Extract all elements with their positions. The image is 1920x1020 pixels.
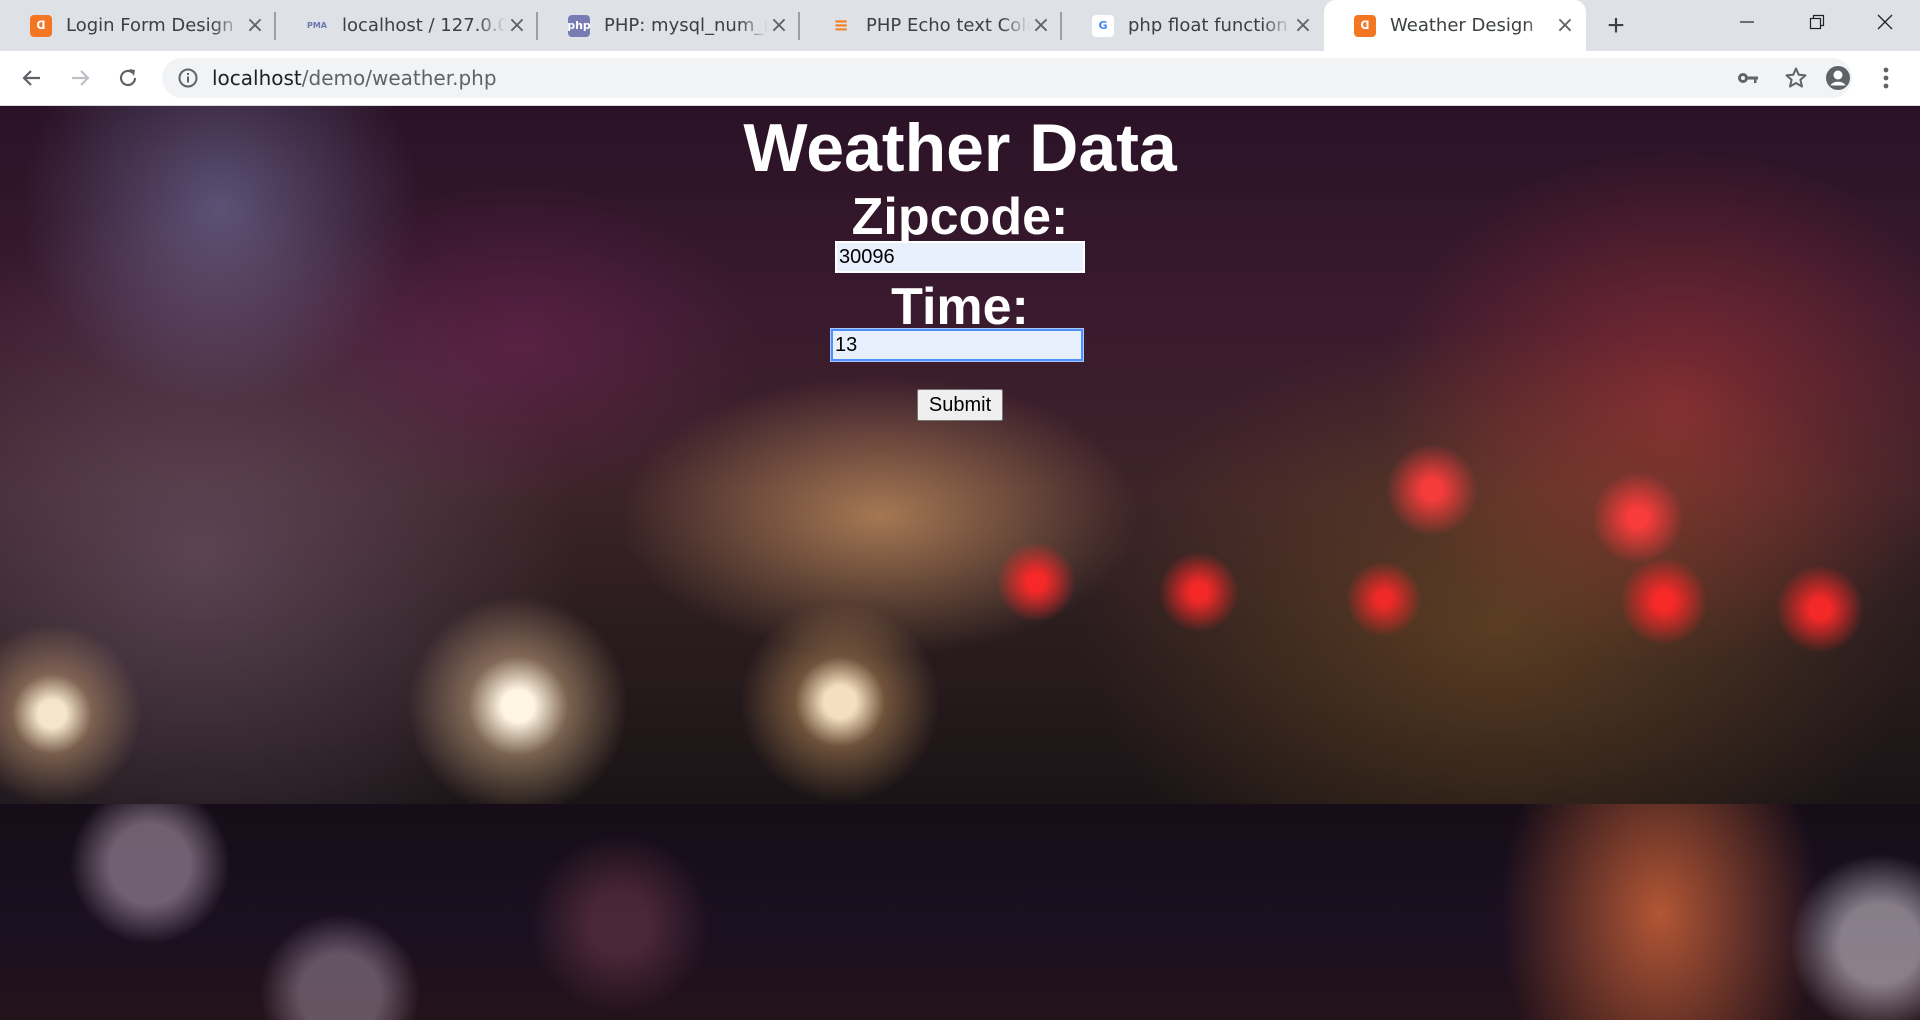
more-vert-icon: [1883, 67, 1889, 89]
arrow-left-icon: [22, 70, 40, 86]
forward-button[interactable]: [62, 60, 98, 96]
browser-toolbar: localhost/demo/weather.php: [0, 51, 1920, 106]
key-icon[interactable]: [1728, 58, 1768, 98]
close-icon: [1877, 14, 1893, 30]
tab-title: Login Form Design: [66, 15, 234, 36]
bookmark-star-icon[interactable]: [1776, 58, 1816, 98]
close-tab-icon[interactable]: ×: [244, 13, 266, 38]
tab-strip: ᗡ Login Form Design × PMA localhost / 127.0.…: [0, 0, 1920, 51]
tab-4[interactable]: Gphp float function - Go×: [1062, 0, 1324, 51]
url-host: localhost: [212, 66, 302, 90]
tab-title: Weather Design: [1390, 15, 1534, 36]
tab-title: php float function - Go: [1128, 15, 1292, 36]
account-icon: [1826, 66, 1850, 90]
close-tab-icon[interactable]: ×: [1554, 13, 1576, 38]
xampp-icon: ᗡ: [1354, 14, 1376, 37]
google-icon: G: [1092, 14, 1114, 37]
tab-list: ᗡ Login Form Design × PMA localhost / 127.0.…: [0, 0, 1586, 51]
new-tab-button[interactable]: +: [1586, 0, 1646, 51]
url-path: /demo/weather.php: [301, 66, 497, 90]
arrow-right-icon: [72, 70, 90, 86]
page-viewport: Weather Data Zipcode: Time: Submit: [0, 106, 1920, 1020]
submit-button[interactable]: Submit: [917, 389, 1003, 421]
xampp-icon: ᗡ: [30, 14, 52, 37]
tab-title: PHP Echo text Color - S: [866, 15, 1030, 36]
minimize-button[interactable]: [1712, 0, 1782, 44]
php-icon: php: [567, 14, 591, 37]
tab-1[interactable]: PMA localhost / 127.0.0.1 / ×: [276, 0, 538, 51]
tab-title: PHP: mysql_num_rows: [604, 15, 768, 36]
minimize-icon: [1740, 21, 1754, 23]
menu-button[interactable]: [1868, 60, 1904, 96]
profile-button[interactable]: [1820, 60, 1856, 96]
close-tab-icon[interactable]: ×: [506, 13, 528, 38]
reload-icon: [119, 69, 137, 87]
address-bar[interactable]: localhost/demo/weather.php: [162, 58, 1852, 98]
close-tab-icon[interactable]: ×: [1030, 13, 1052, 38]
tab-title: localhost / 127.0.0.1 /: [342, 15, 506, 36]
close-tab-icon[interactable]: ×: [1292, 13, 1314, 38]
reload-button[interactable]: [110, 60, 146, 96]
stackoverflow-icon: ≡: [833, 15, 849, 36]
tab-5[interactable]: ᗡ Weather Design ×: [1324, 0, 1586, 51]
info-icon[interactable]: [168, 58, 208, 98]
page-title: Weather Data: [743, 110, 1177, 186]
plus-icon: +: [1607, 8, 1625, 42]
zipcode-label: Zipcode:: [851, 188, 1069, 246]
tab-0[interactable]: ᗡ Login Form Design ×: [0, 0, 276, 51]
zipcode-input[interactable]: [835, 241, 1085, 273]
back-button[interactable]: [14, 60, 50, 96]
restore-icon: [1809, 14, 1825, 30]
phpmyadmin-icon: PMA: [306, 21, 327, 30]
close-tab-icon[interactable]: ×: [768, 13, 790, 38]
tab-2[interactable]: php PHP: mysql_num_rows×: [538, 0, 800, 51]
tab-3[interactable]: ≡ PHP Echo text Color - S×: [800, 0, 1062, 51]
background-repeat-area: [0, 804, 1920, 1020]
restore-button[interactable]: [1782, 0, 1852, 44]
close-window-button[interactable]: [1850, 0, 1920, 44]
time-input[interactable]: [830, 328, 1084, 362]
